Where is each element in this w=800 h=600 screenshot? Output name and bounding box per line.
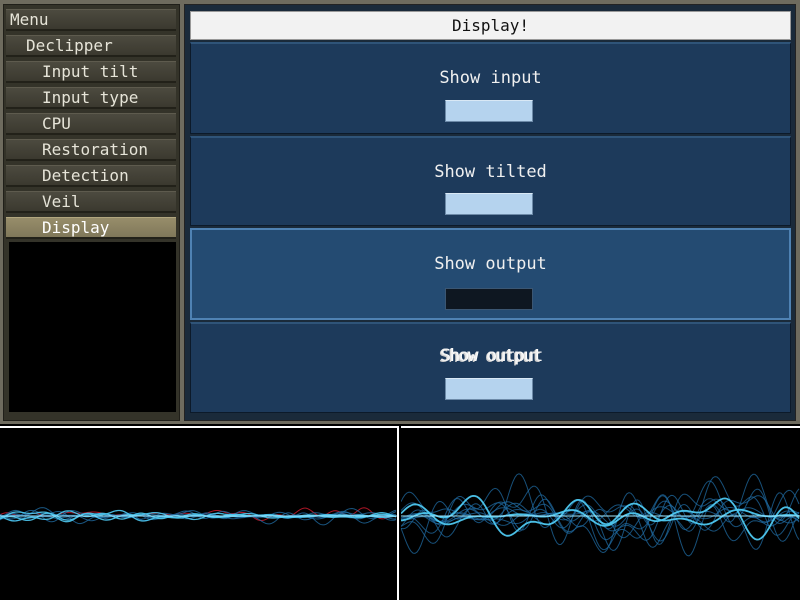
show-output-toggle[interactable] (445, 288, 533, 310)
menu-empty-area (9, 242, 176, 412)
option-label: Show output (439, 346, 543, 366)
option-show-input[interactable]: Show input (190, 42, 791, 134)
option-show-tilted[interactable]: Show tilted (190, 136, 791, 226)
menu-item-label: Declipper (26, 36, 113, 55)
show-input-toggle[interactable] (445, 100, 533, 122)
menu-item-detection[interactable]: Detection (6, 165, 176, 187)
input-waveform (0, 507, 397, 526)
menu-item-display[interactable]: Display (6, 217, 176, 239)
menu-item-label: Detection (42, 166, 129, 185)
menu-item-declipper[interactable]: Declipper (6, 35, 176, 57)
panel-title: Display! (190, 11, 791, 40)
option-show-output-garbled[interactable]: Show output (190, 322, 791, 413)
menu-item-label: Restoration (42, 140, 148, 159)
output-waveform (401, 473, 800, 557)
menu-item-veil[interactable]: Veil (6, 191, 176, 213)
output-waveform-scope (401, 426, 800, 600)
option-show-output[interactable]: Show output (190, 228, 791, 320)
option-label: Show input (439, 68, 542, 88)
show-tilted-toggle[interactable] (445, 193, 533, 215)
option-label: Show output (434, 254, 547, 274)
input-waveform-scope (0, 426, 399, 600)
menu-item-input-tilt[interactable]: Input tilt (6, 61, 176, 83)
option-label: Show tilted (434, 162, 547, 182)
menu-item-label: CPU (42, 114, 71, 133)
menu-header[interactable]: Menu (6, 9, 176, 31)
menu-item-label: Input type (42, 88, 139, 107)
menu-item-restoration[interactable]: Restoration (6, 139, 176, 161)
show-output-2-toggle[interactable] (445, 378, 533, 400)
menu-item-cpu[interactable]: CPU (6, 113, 176, 135)
menu-item-label: Veil (42, 192, 81, 211)
menu-item-label: Display (42, 218, 110, 237)
menu-item-label: Input tilt (42, 62, 139, 81)
menu-item-label: Menu (10, 10, 49, 29)
menu-item-input-type[interactable]: Input type (6, 87, 176, 109)
